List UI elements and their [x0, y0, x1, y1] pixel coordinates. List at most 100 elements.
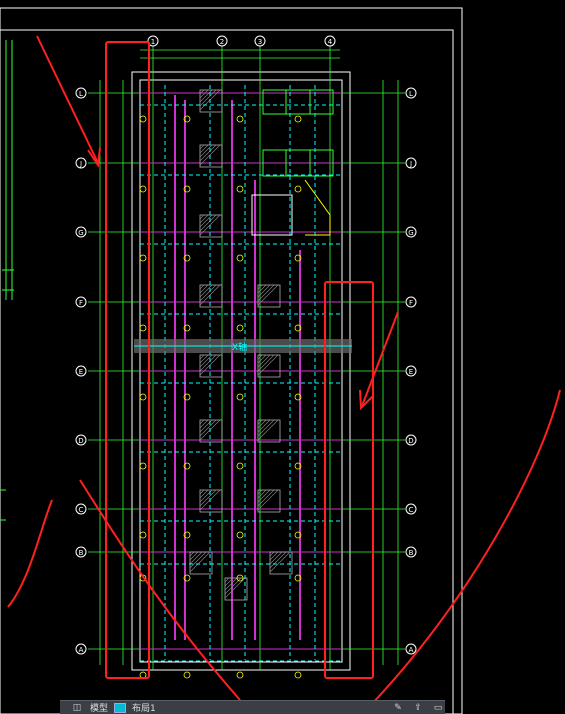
red-box-left: [105, 41, 150, 679]
grid-bubble-label: D: [408, 437, 413, 445]
grid-bubble-D: D: [75, 434, 87, 446]
grid-bubble-L: L: [75, 87, 87, 99]
element-tag: [236, 115, 244, 123]
grid-bubble-top-4: 4: [324, 35, 336, 47]
hatch-line: [189, 551, 207, 569]
element-tag: [294, 185, 302, 193]
hatch-line: [257, 354, 279, 376]
hatch-block: [199, 144, 223, 168]
grid-bubble-label: A: [409, 646, 414, 654]
grid-bubble-C: C: [405, 503, 417, 515]
grid-bubble-J: J: [75, 157, 87, 169]
element-tag: [236, 185, 244, 193]
dashed-beams: [140, 85, 342, 662]
grid-bubble-C: C: [75, 503, 87, 515]
grid-bubble-label: G: [408, 229, 413, 237]
hatch-block: [199, 284, 223, 308]
hatch-line: [199, 489, 205, 495]
hatch-line: [189, 551, 199, 561]
hatch-line: [224, 577, 230, 583]
bottom-toolbar: ◫ 模型 布局1 ✎ ⇪ ▭: [60, 700, 445, 714]
grid-bubble-label: C: [79, 506, 84, 514]
hatch-line: [199, 89, 209, 99]
hatch-block: [199, 214, 223, 238]
grid-bubble-label: 4: [328, 38, 333, 46]
grid-bubble-label: A: [79, 646, 84, 654]
grid-bubble-G: G: [75, 226, 87, 238]
element-tag: [139, 531, 147, 539]
grid-bubble-label: B: [79, 549, 84, 557]
hatch-line: [224, 577, 246, 599]
element-tag: [139, 254, 147, 262]
element-tag: [139, 393, 147, 401]
grid-bubble-label: L: [409, 90, 413, 98]
hatch-line: [199, 354, 209, 364]
hatch-line: [199, 354, 217, 372]
grid-bubble-F: F: [75, 296, 87, 308]
red-arrow-right: [361, 311, 399, 407]
grid-bubble-label: 1: [151, 38, 155, 46]
element-tag: [236, 393, 244, 401]
grid-bubble-label: 2: [220, 38, 224, 46]
center-band: X轴: [134, 339, 352, 353]
layers-icon[interactable]: ◫: [70, 703, 84, 713]
grid-bubble-label: G: [78, 229, 83, 237]
element-tag: [294, 115, 302, 123]
hatch-block: [257, 354, 281, 378]
share-icon[interactable]: ⇪: [411, 703, 425, 713]
dimension-lines: [99, 49, 399, 665]
grid-bubble-label: E: [79, 368, 83, 376]
element-tag: [139, 115, 147, 123]
grid-bubble-E: E: [405, 365, 417, 377]
hatch-block: [189, 551, 213, 575]
hatch-line: [199, 214, 217, 232]
element-tags: [139, 115, 302, 679]
grid-lines-vertical: [152, 46, 331, 670]
tab-model[interactable]: 模型: [90, 701, 108, 714]
grid-bubble-label: J: [409, 160, 412, 168]
hatch-line: [199, 284, 205, 290]
grid-bubble-L: L: [405, 87, 417, 99]
grid-bubble-F: F: [405, 296, 417, 308]
tab-layout1[interactable]: 布局1: [132, 701, 156, 714]
grid-bubble-B: B: [405, 546, 417, 558]
hatch-block: [257, 419, 281, 443]
hatch-line: [257, 489, 267, 499]
hatch-line: [257, 419, 267, 429]
left-edge-details: [0, 40, 14, 521]
hatch-block: [257, 284, 281, 308]
grid-bubble-D: D: [405, 434, 417, 446]
grid-bubble-label: C: [409, 506, 414, 514]
grid-bubble-label: E: [409, 368, 413, 376]
red-arrow-left: [36, 35, 99, 164]
grid-bubble-A: A: [405, 643, 417, 655]
pen-icon[interactable]: ✎: [391, 703, 405, 713]
grid-bubble-E: E: [75, 365, 87, 377]
element-tag: [139, 462, 147, 470]
color-swatch-icon[interactable]: [114, 702, 127, 713]
hatch-line: [199, 144, 209, 154]
hatch-line: [269, 551, 291, 573]
hatch-line: [269, 551, 279, 561]
grid-bubble-A: A: [75, 643, 87, 655]
grid-bubble-label: F: [409, 299, 413, 307]
element-tag: [236, 254, 244, 262]
hatch-line: [269, 551, 275, 557]
hatch-line: [199, 284, 209, 294]
grid-bubble-B: B: [75, 546, 87, 558]
sheet-frame-inner: [0, 29, 454, 714]
hatch-block: [199, 419, 223, 443]
hatch-line: [189, 551, 195, 557]
print-icon[interactable]: ▭: [431, 703, 445, 713]
cad-drawing-canvas[interactable]: L L J J G G F F E E D D C C B B A A 1 2 3 4 X轴: [0, 0, 565, 714]
grid-bubble-label: F: [79, 299, 83, 307]
element-tag: [139, 324, 147, 332]
grid-bubble-label: D: [78, 437, 83, 445]
grid-bubble-label: L: [79, 90, 83, 98]
red-curve-bottom: [79, 479, 241, 701]
element-tag: [236, 531, 244, 539]
hatch-line: [199, 144, 205, 150]
element-tag: [183, 671, 191, 679]
hatch-line: [199, 489, 217, 507]
element-tag: [236, 324, 244, 332]
